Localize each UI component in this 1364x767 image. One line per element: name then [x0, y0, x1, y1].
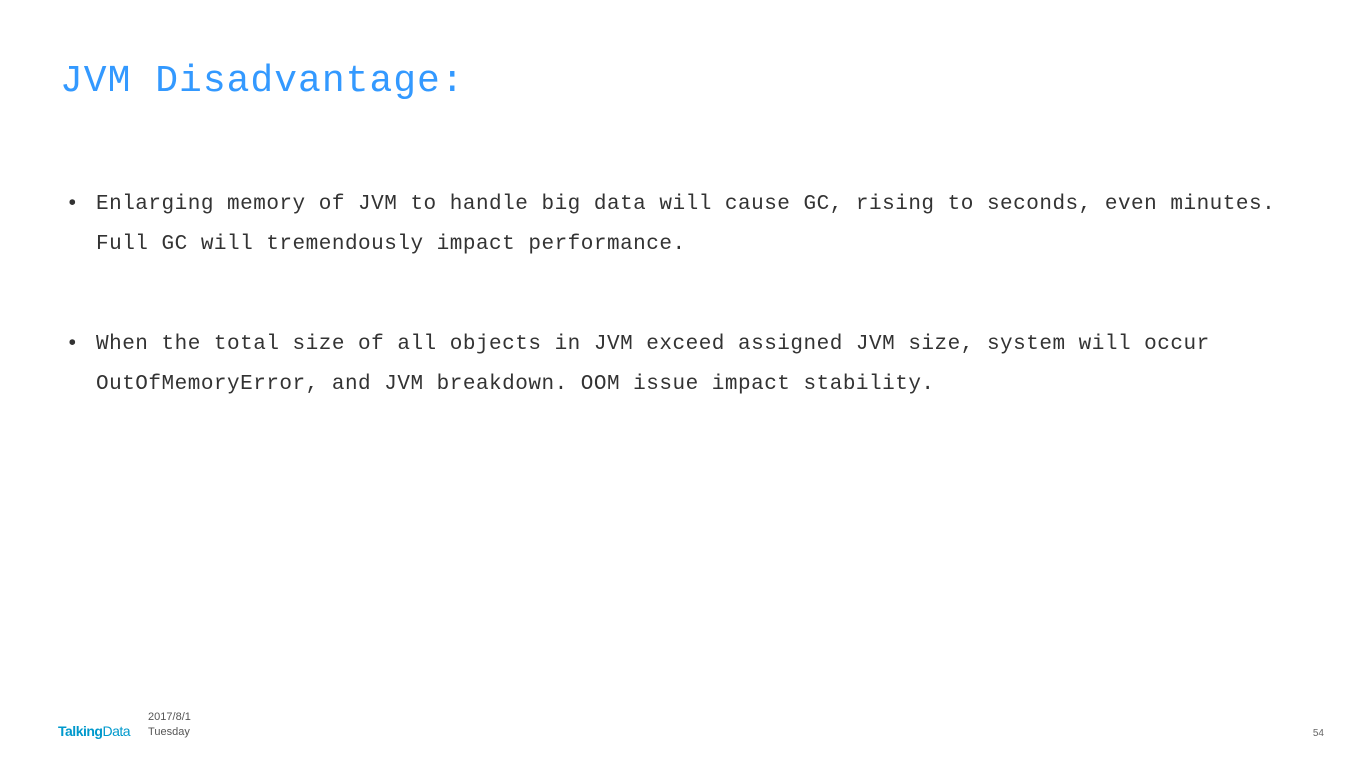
- page-number: 54: [1313, 728, 1324, 739]
- brand-logo: TalkingData: [58, 723, 130, 739]
- brand-prefix: Talking: [58, 723, 102, 739]
- footer-day: Tuesday: [148, 725, 191, 739]
- footer-left: TalkingData 2017/8/1 Tuesday: [58, 710, 191, 739]
- bullet-item: • Enlarging memory of JVM to handle big …: [60, 185, 1324, 265]
- brand-suffix: Data: [102, 723, 130, 739]
- slide-footer: TalkingData 2017/8/1 Tuesday 54: [58, 710, 1324, 739]
- footer-date: 2017/8/1: [148, 710, 191, 724]
- bullet-item: • When the total size of all objects in …: [60, 325, 1324, 405]
- bullet-marker: •: [60, 325, 96, 365]
- bullet-text: When the total size of all objects in JV…: [96, 325, 1324, 405]
- slide-content: • Enlarging memory of JVM to handle big …: [60, 185, 1324, 465]
- bullet-marker: •: [60, 185, 96, 225]
- bullet-text: Enlarging memory of JVM to handle big da…: [96, 185, 1324, 265]
- date-block: 2017/8/1 Tuesday: [148, 710, 191, 739]
- slide-title: JVM Disadvantage:: [60, 60, 465, 103]
